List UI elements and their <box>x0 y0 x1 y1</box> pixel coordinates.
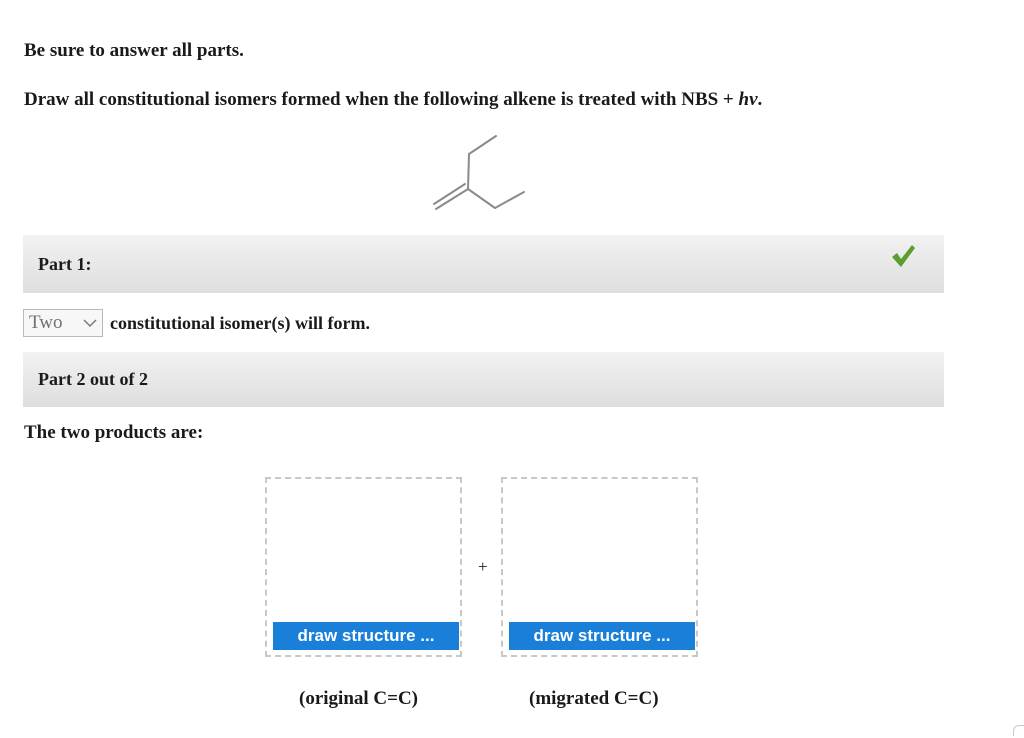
alkene-structure-image <box>433 135 525 210</box>
instruction-text: Be sure to answer all parts. <box>24 40 244 61</box>
question-text: Draw all constitutional isomers formed w… <box>24 89 762 111</box>
question-end: . <box>757 89 763 110</box>
plus-sign: + <box>478 557 488 576</box>
part1-header: Part 1: <box>23 235 944 293</box>
hv-symbol: hv <box>738 89 758 110</box>
isomer-count-row: Two constitutional isomer(s) will form. <box>23 309 370 337</box>
chevron-down-icon <box>83 319 97 328</box>
checkmark-icon <box>892 245 915 267</box>
part2-header: Part 2 out of 2 <box>23 352 944 407</box>
draw-structure-button-2[interactable]: draw structure ... <box>509 622 695 650</box>
structure-box-2[interactable]: draw structure ... <box>501 477 698 657</box>
corner-resize-handle <box>1013 725 1024 736</box>
question-main: Draw all constitutional isomers formed w… <box>24 89 739 110</box>
isomer-count-sentence: constitutional isomer(s) will form. <box>110 312 370 333</box>
caption-migrated: (migrated C=C) <box>529 688 659 709</box>
structure-box-1[interactable]: draw structure ... <box>265 477 462 657</box>
part2-label: Part 2 out of 2 <box>38 369 148 389</box>
draw-structure-button-1[interactable]: draw structure ... <box>273 622 459 650</box>
caption-original: (original C=C) <box>299 688 419 709</box>
isomer-count-value: Two <box>29 312 63 333</box>
isomer-count-dropdown[interactable]: Two <box>23 309 103 337</box>
products-label: The two products are: <box>24 422 204 443</box>
part1-label: Part 1: <box>38 254 92 274</box>
